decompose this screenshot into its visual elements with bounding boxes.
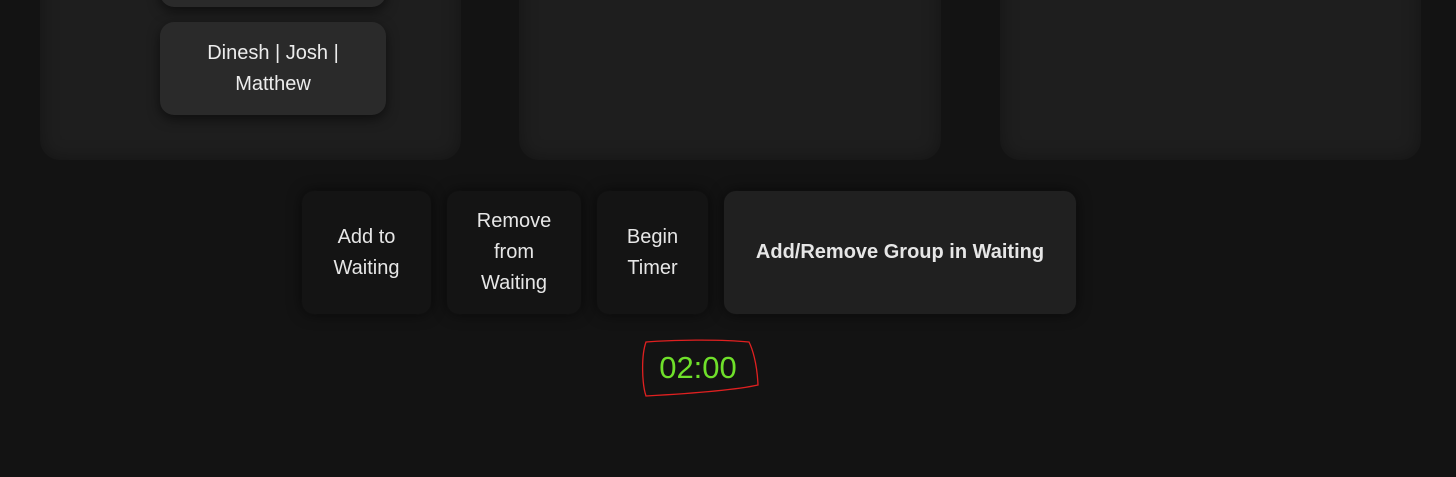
group-card[interactable]: Dinesh | Josh | Matthew: [160, 22, 386, 115]
remove-from-waiting-label: Remove from Waiting: [476, 210, 552, 294]
active-panel: [1000, 0, 1421, 160]
group-card[interactable]: [160, 0, 386, 7]
groups-panel: Dinesh | Josh | Matthew: [40, 0, 461, 160]
timer-display: 02:00: [640, 338, 760, 398]
begin-timer-button[interactable]: Begin Timer: [597, 191, 708, 314]
add-remove-group-button[interactable]: Add/Remove Group in Waiting: [724, 191, 1076, 314]
add-to-waiting-label: Add to Waiting: [333, 225, 400, 279]
add-to-waiting-button[interactable]: Add to Waiting: [302, 191, 431, 314]
timer-text: 02:00: [659, 350, 737, 385]
group-card-label: Dinesh | Josh | Matthew: [207, 41, 339, 95]
remove-from-waiting-button[interactable]: Remove from Waiting: [447, 191, 581, 314]
add-remove-group-label: Add/Remove Group in Waiting: [755, 241, 1045, 263]
waiting-panel: [519, 0, 941, 160]
begin-timer-label: Begin Timer: [626, 225, 679, 279]
